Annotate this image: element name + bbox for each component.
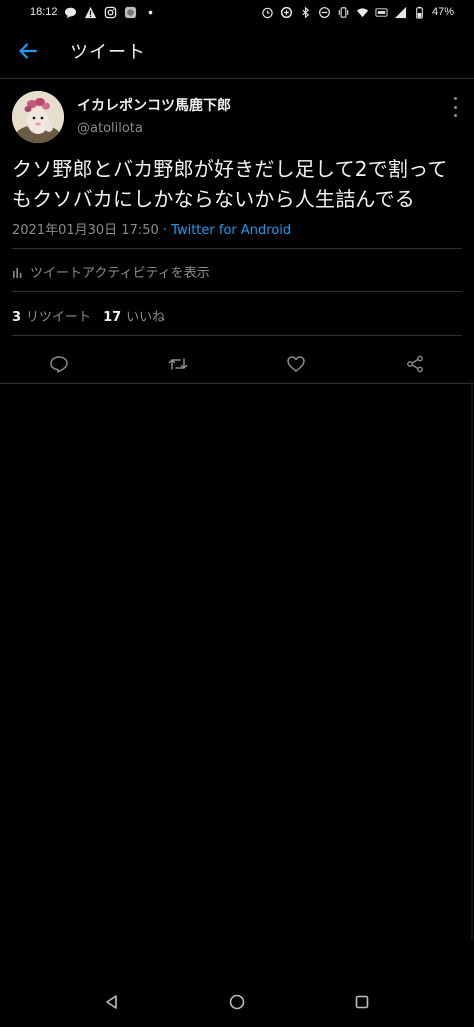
nav-back-button[interactable] — [92, 982, 132, 1022]
warning-icon — [84, 5, 98, 19]
avatar[interactable] — [12, 91, 64, 143]
more-options-icon[interactable] — [448, 97, 462, 117]
volte-icon — [375, 5, 389, 19]
bluetooth-icon — [299, 5, 313, 19]
alarm-icon — [261, 5, 275, 19]
back-triangle-icon — [106, 995, 118, 1009]
tweet-detail: イカレポンコツ馬鹿下郎 @atolilota クソ野郎とバカ野郎が好きだし足して… — [0, 79, 474, 384]
reply-button[interactable] — [0, 347, 119, 381]
retweet-icon — [168, 358, 187, 370]
vibrate-icon — [337, 5, 351, 19]
share-button[interactable] — [356, 347, 474, 381]
bar-chart-icon — [13, 267, 22, 278]
data-saver-icon — [280, 5, 294, 19]
tweet-source-link[interactable]: Twitter for Android — [171, 223, 291, 238]
instagram-icon — [104, 5, 118, 19]
tweet-action-bar — [0, 347, 474, 381]
chat-icon — [64, 5, 78, 19]
tweet-activity-button[interactable]: ツイートアクティビティを表示 — [12, 262, 210, 281]
nav-home-button[interactable] — [217, 982, 257, 1022]
status-left: 18:12 — [0, 5, 158, 19]
signal-icon — [394, 5, 408, 19]
top-app-bar: ツイート — [0, 24, 474, 79]
battery-percent: 47% — [431, 6, 454, 18]
arrow-left-icon — [19, 43, 38, 59]
tweet-stats: 3 リツイート 17 いいね — [12, 306, 165, 325]
app-icon — [124, 5, 138, 19]
tweet-meta: 2021年01月30日 17:50 · Twitter for Android — [12, 219, 291, 238]
battery-icon — [413, 5, 427, 19]
author-name[interactable]: イカレポンコツ馬鹿下郎 — [77, 95, 231, 115]
status-bar: 18:12 47% — [0, 0, 474, 24]
more-dot — [453, 105, 457, 109]
page-title: ツイート — [70, 42, 146, 63]
divider — [12, 248, 462, 249]
author-handle[interactable]: @atolilota — [77, 121, 143, 136]
more-dot — [453, 97, 457, 100]
author-row[interactable]: イカレポンコツ馬鹿下郎 @atolilota — [0, 79, 474, 149]
tweet-timestamp: 2021年01月30日 17:50 · — [12, 223, 172, 238]
activity-label: ツイートアクティビティを表示 — [30, 266, 210, 281]
retweet-stat[interactable]: 3 リツイート — [12, 306, 91, 325]
nav-recents-button[interactable] — [342, 982, 382, 1022]
divider — [12, 335, 462, 336]
dnd-icon — [318, 5, 332, 19]
retweet-button[interactable] — [119, 347, 238, 381]
scrollbar[interactable] — [471, 380, 473, 940]
dot-icon — [144, 5, 158, 19]
like-label: いいね — [126, 310, 166, 325]
retweet-label: リツイート — [26, 310, 92, 325]
reply-icon — [50, 356, 68, 373]
divider — [12, 291, 462, 292]
like-button[interactable] — [237, 347, 356, 381]
home-circle-icon — [229, 994, 245, 1010]
retweet-count: 3 — [12, 310, 22, 325]
tweet-text: クソ野郎とバカ野郎が好きだし足して2で割ってもクソバカにしかならないから人生詰ん… — [12, 157, 448, 211]
like-stat[interactable]: 17 いいね — [103, 306, 165, 325]
back-button[interactable] — [0, 24, 56, 78]
recents-square-icon — [355, 995, 368, 1009]
status-time: 18:12 — [30, 6, 58, 18]
divider — [0, 383, 474, 384]
more-dot — [453, 114, 457, 117]
share-icon — [406, 355, 423, 373]
like-icon — [287, 356, 305, 372]
like-count: 17 — [103, 310, 122, 325]
wifi-icon — [356, 5, 370, 19]
system-nav-bar — [0, 977, 474, 1027]
status-right: 47% — [261, 5, 474, 19]
